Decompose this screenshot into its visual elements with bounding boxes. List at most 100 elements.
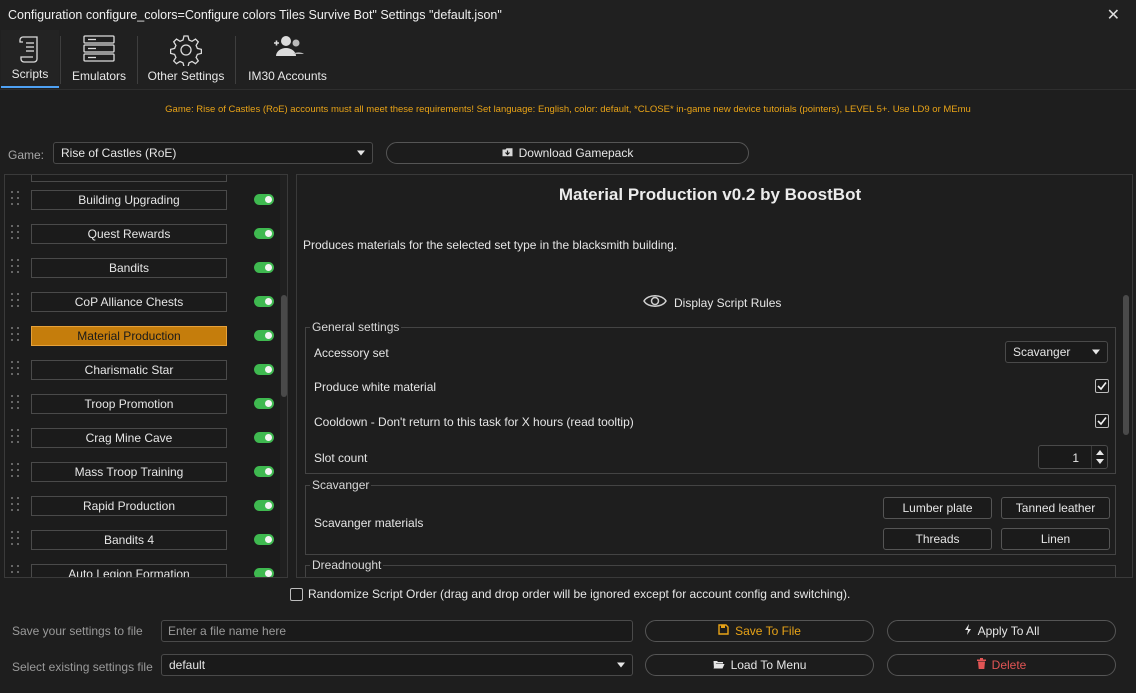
script-button-mass-troop-training[interactable]: Mass Troop Training: [31, 462, 227, 482]
apply-to-all-button[interactable]: Apply To All: [887, 620, 1116, 642]
script-row: Troop Promotion: [5, 388, 275, 422]
script-button[interactable]: [31, 175, 227, 182]
drag-handle-icon[interactable]: [11, 429, 21, 447]
script-toggle[interactable]: [254, 228, 274, 239]
material-lumber-plate-button[interactable]: Lumber plate: [883, 497, 992, 519]
scrollbar-thumb[interactable]: [281, 295, 287, 397]
server-icon: [82, 34, 116, 67]
drag-handle-icon[interactable]: [11, 225, 21, 243]
randomize-checkbox[interactable]: [290, 587, 303, 601]
script-button-building-upgrading[interactable]: Building Upgrading: [31, 190, 227, 210]
delete-label: Delete: [991, 658, 1027, 672]
randomize-option[interactable]: Randomize Script Order (drag and drop or…: [290, 587, 850, 601]
script-button-bandits[interactable]: Bandits: [31, 258, 227, 278]
accessory-set-select[interactable]: Scavanger: [1005, 341, 1108, 363]
script-button-material-production[interactable]: Material Production: [31, 326, 227, 346]
script-row: Bandits: [5, 252, 275, 286]
script-toggle[interactable]: [254, 398, 274, 409]
chevron-down-icon[interactable]: [1096, 459, 1104, 464]
window-title: Configuration configure_colors=Configure…: [8, 8, 502, 22]
group-title: Scavanger: [310, 478, 372, 492]
select-settings-label: Select existing settings file: [12, 660, 153, 674]
script-description: Produces materials for the selected set …: [303, 238, 678, 252]
lightning-icon: [964, 624, 972, 638]
script-row: Auto Legion Formation: [5, 558, 275, 577]
tab-scripts[interactable]: Scripts: [1, 30, 59, 88]
produce-white-label: Produce white material: [314, 380, 437, 394]
script-list-scrollbar[interactable]: [280, 175, 287, 577]
script-detail-panel: Material Production v0.2 by BoostBot Pro…: [296, 174, 1133, 578]
script-toggle[interactable]: [254, 568, 274, 577]
script-row: Crag Mine Cave: [5, 422, 275, 456]
tab-emulators[interactable]: Emulators: [64, 30, 134, 88]
cooldown-checkbox[interactable]: [1095, 414, 1109, 428]
load-to-menu-label: Load To Menu: [730, 658, 807, 672]
save-to-file-button[interactable]: Save To File: [645, 620, 874, 642]
script-button-troop-promotion[interactable]: Troop Promotion: [31, 394, 227, 414]
tab-divider: [235, 36, 236, 84]
material-linen-button[interactable]: Linen: [1001, 528, 1110, 550]
apply-to-all-label: Apply To All: [977, 624, 1040, 638]
save-settings-label: Save your settings to file: [12, 624, 143, 638]
drag-handle-icon[interactable]: [11, 531, 21, 549]
script-toggle[interactable]: [254, 534, 274, 545]
script-toggle[interactable]: [254, 466, 274, 477]
close-icon[interactable]: ✕: [1107, 5, 1120, 25]
load-to-menu-button[interactable]: Load To Menu: [645, 654, 874, 676]
slot-count-stepper[interactable]: 1: [1038, 445, 1108, 469]
game-requirements-text: Game: Rise of Castles (RoE) accounts mus…: [165, 104, 971, 115]
script-button-rapid-production[interactable]: Rapid Production: [31, 496, 227, 516]
script-toggle[interactable]: [254, 330, 274, 341]
chevron-down-icon: [617, 662, 625, 668]
drag-handle-icon[interactable]: [11, 361, 21, 379]
script-toggle[interactable]: [254, 296, 274, 307]
produce-white-checkbox[interactable]: [1095, 379, 1109, 393]
tab-divider: [60, 36, 61, 84]
drag-handle-icon[interactable]: [11, 565, 21, 577]
drag-handle-icon[interactable]: [11, 327, 21, 345]
chevron-down-icon: [1092, 349, 1100, 355]
script-toggle[interactable]: [254, 500, 274, 511]
tab-other-settings[interactable]: Other Settings: [141, 30, 231, 88]
file-name-input[interactable]: [161, 620, 633, 642]
script-button-auto-legion-formation[interactable]: Auto Legion Formation: [31, 564, 227, 577]
script-row: Rapid Production: [5, 490, 275, 524]
script-toggle[interactable]: [254, 432, 274, 443]
drag-handle-icon[interactable]: [11, 259, 21, 277]
script-button-charismatic-star[interactable]: Charismatic Star: [31, 360, 227, 380]
accessory-set-label: Accessory set: [314, 346, 389, 360]
chevron-up-icon[interactable]: [1096, 450, 1104, 455]
display-script-rules-button[interactable]: Display Script Rules: [643, 293, 781, 312]
script-button-bandits-4[interactable]: Bandits 4: [31, 530, 227, 550]
scavanger-group: Scavanger Scavanger materials Lumber pla…: [305, 478, 1116, 555]
drag-handle-icon[interactable]: [11, 191, 21, 209]
users-icon: [271, 34, 305, 63]
stepper-arrows: [1091, 446, 1107, 468]
script-button-cop-alliance-chests[interactable]: CoP Alliance Chests: [31, 292, 227, 312]
delete-button[interactable]: Delete: [887, 654, 1116, 676]
slot-count-value: 1: [1072, 451, 1079, 465]
script-row: Charismatic Star: [5, 354, 275, 388]
script-toggle[interactable]: [254, 194, 274, 205]
settings-file-value: default: [169, 658, 206, 672]
slot-count-label: Slot count: [314, 451, 368, 465]
game-select[interactable]: Rise of Castles (RoE): [53, 142, 373, 164]
settings-file-select[interactable]: default: [161, 654, 633, 676]
title-bar: Configuration configure_colors=Configure…: [0, 0, 1136, 30]
material-tanned-leather-button[interactable]: Tanned leather: [1001, 497, 1110, 519]
drag-handle-icon[interactable]: [11, 293, 21, 311]
script-button-quest-rewards[interactable]: Quest Rewards: [31, 224, 227, 244]
download-gamepack-button[interactable]: Download Gamepack: [386, 142, 749, 164]
script-toggle[interactable]: [254, 364, 274, 375]
scroll-icon: [17, 34, 43, 67]
checkmark-icon: [1097, 382, 1107, 391]
script-toggle[interactable]: [254, 262, 274, 273]
drag-handle-icon[interactable]: [11, 463, 21, 481]
detail-scrollbar[interactable]: [1123, 295, 1129, 435]
material-threads-button[interactable]: Threads: [883, 528, 992, 550]
script-button-crag-mine-cave[interactable]: Crag Mine Cave: [31, 428, 227, 448]
script-title: Material Production v0.2 by BoostBot: [558, 185, 862, 204]
tab-im30-accounts[interactable]: IM30 Accounts: [240, 30, 335, 88]
drag-handle-icon[interactable]: [11, 497, 21, 515]
drag-handle-icon[interactable]: [11, 395, 21, 413]
